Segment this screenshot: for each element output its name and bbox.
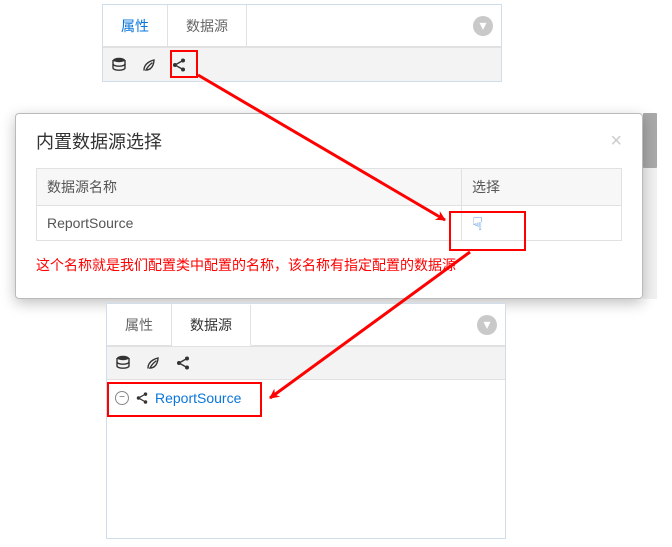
tab-attributes-2[interactable]: 属性 — [107, 304, 172, 345]
tab-label: 数据源 — [190, 315, 232, 335]
dialog-note: 这个名称就是我们配置类中配置的名称，该名称有指定配置的数据源 — [36, 255, 622, 275]
share-icon — [135, 391, 149, 405]
col-name-header: 数据源名称 — [37, 169, 462, 206]
scrollbar-thumb[interactable] — [643, 113, 657, 168]
tab-label: 数据源 — [186, 16, 228, 36]
share-icon[interactable] — [175, 355, 191, 371]
top-toolbar — [103, 47, 501, 81]
datasource-tree: − ReportSource — [107, 380, 505, 416]
datasource-table: 数据源名称 选择 ReportSource ☟ — [36, 168, 622, 241]
tree-item[interactable]: − ReportSource — [115, 390, 497, 406]
table-row: ReportSource ☟ — [37, 206, 622, 241]
tab-label: 属性 — [121, 16, 149, 36]
col-select-header: 选择 — [462, 169, 622, 206]
bottom-panel: 属性 数据源 ▾ − ReportSource — [106, 303, 506, 539]
table-header-row: 数据源名称 选择 — [37, 169, 622, 206]
leaf-icon[interactable] — [141, 57, 157, 73]
dialog-header: 内置数据源选择 × — [36, 128, 622, 154]
chevron-down-icon: ▾ — [479, 17, 486, 34]
bottom-panel-tabs: 属性 数据源 ▾ — [107, 304, 505, 346]
close-icon[interactable]: × — [610, 131, 622, 151]
dialog-title: 内置数据源选择 — [36, 128, 162, 154]
top-panel-tabs: 属性 数据源 ▾ — [103, 5, 501, 47]
chevron-down-icon: ▾ — [483, 316, 490, 333]
tab-attributes[interactable]: 属性 — [103, 5, 168, 46]
collapse-button[interactable]: ▾ — [473, 16, 493, 36]
database-icon[interactable] — [115, 355, 131, 371]
leaf-icon[interactable] — [145, 355, 161, 371]
share-icon[interactable] — [171, 57, 187, 73]
row-select-cell: ☟ — [462, 206, 622, 241]
top-panel: 属性 数据源 ▾ — [102, 4, 502, 82]
tab-datasource-2[interactable]: 数据源 — [172, 305, 251, 346]
bottom-toolbar — [107, 346, 505, 380]
select-hand-icon[interactable]: ☟ — [472, 215, 483, 233]
tree-item-label: ReportSource — [155, 390, 241, 406]
row-name-cell: ReportSource — [37, 206, 462, 241]
datasource-dialog: 内置数据源选择 × 数据源名称 选择 ReportSource ☟ 这个名称就是… — [15, 113, 643, 299]
collapse-button-2[interactable]: ▾ — [477, 315, 497, 335]
tab-datasource[interactable]: 数据源 — [168, 5, 247, 46]
tab-label: 属性 — [125, 315, 153, 335]
tree-collapse-icon[interactable]: − — [115, 391, 129, 405]
database-icon[interactable] — [111, 57, 127, 73]
dialog-wrapper: 内置数据源选择 × 数据源名称 选择 ReportSource ☟ 这个名称就是… — [15, 113, 657, 299]
